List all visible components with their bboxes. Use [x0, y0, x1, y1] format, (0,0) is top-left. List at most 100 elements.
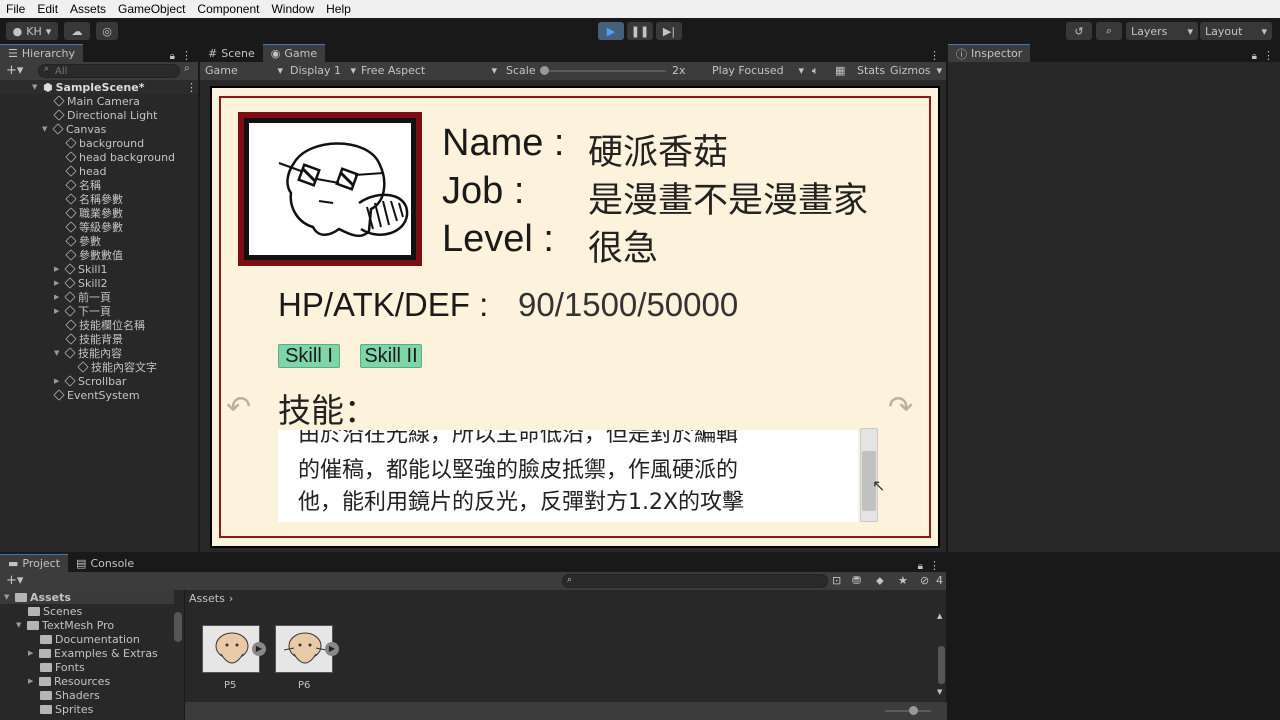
lock-icon[interactable]: 🔒︎: [170, 51, 175, 62]
tab-game[interactable]: ◉ Game: [262, 44, 326, 62]
scale-slider-handle[interactable]: [540, 66, 549, 75]
folder-item[interactable]: ▶ Examples & Extras: [28, 646, 158, 660]
hierarchy-item[interactable]: 技能欄位名稱: [65, 318, 145, 332]
menu-file[interactable]: File: [0, 2, 31, 16]
asset-label: P5: [224, 680, 237, 691]
layout-dropdown[interactable]: Layout ▾: [1200, 22, 1272, 40]
hierarchy-item[interactable]: ▶ 前一頁: [54, 290, 111, 304]
hierarchy-toolbar: +▾ ⌕ ⌕: [0, 62, 198, 80]
menu-window[interactable]: Window: [265, 2, 320, 16]
skill-scrollbar[interactable]: [860, 428, 878, 522]
play-icon[interactable]: ▶: [325, 642, 339, 656]
kebab-menu-icon[interactable]: ⋮: [181, 49, 192, 62]
hierarchy-item[interactable]: ▶ Skill2: [54, 276, 108, 290]
gizmos-dropdown[interactable]: Gizmos ▾: [890, 64, 942, 77]
search-by-type-icon[interactable]: ⊡: [832, 574, 841, 587]
folder-item[interactable]: Scenes: [28, 604, 82, 618]
project-search-input[interactable]: ⌕: [562, 574, 828, 588]
collab-button[interactable]: ◎: [96, 22, 118, 40]
kebab-menu-icon[interactable]: ⋮: [929, 559, 940, 572]
hierarchy-item[interactable]: 技能內容文字: [77, 360, 157, 374]
lock-icon[interactable]: 🔒︎: [918, 561, 923, 572]
folder-item[interactable]: ▼ TextMesh Pro: [16, 618, 114, 632]
menu-gameobject[interactable]: GameObject: [112, 2, 191, 16]
folder-tree-scrollbar[interactable]: [174, 612, 182, 642]
thumbnail-size-slider-handle[interactable]: [909, 706, 918, 715]
tab-hierarchy[interactable]: ☰ Hierarchy: [0, 44, 84, 62]
scene-search-icon[interactable]: ⌕: [184, 63, 190, 74]
stats-button[interactable]: Stats: [857, 64, 885, 77]
scroll-down-icon[interactable]: ▼: [937, 688, 942, 696]
hierarchy-item[interactable]: 技能背景: [65, 332, 123, 346]
menu-component[interactable]: Component: [191, 2, 265, 16]
scale-slider[interactable]: [542, 70, 666, 72]
previous-page-icon[interactable]: ↶: [226, 390, 251, 425]
hierarchy-item[interactable]: ▼ Canvas: [42, 122, 106, 136]
kebab-menu-icon[interactable]: ⋮: [929, 49, 940, 62]
menu-assets[interactable]: Assets: [64, 2, 112, 16]
hierarchy-item[interactable]: 參數數值: [65, 248, 123, 262]
hierarchy-item[interactable]: head background: [65, 150, 175, 164]
keyboard-icon[interactable]: ▦: [835, 64, 845, 77]
skill2-button[interactable]: Skill II: [360, 344, 422, 368]
filter-icon[interactable]: ⛃: [852, 574, 861, 587]
step-button[interactable]: ▶|: [656, 22, 682, 40]
kebab-menu-icon[interactable]: ⋮: [186, 81, 197, 94]
asset-browser-scrollbar[interactable]: [938, 646, 945, 684]
history-button[interactable]: ↺: [1066, 22, 1092, 40]
hierarchy-search-input[interactable]: [38, 64, 180, 78]
hierarchy-item[interactable]: Main Camera: [53, 94, 140, 108]
folder-item[interactable]: Shaders: [40, 688, 100, 702]
hierarchy-item[interactable]: EventSystem: [53, 388, 140, 402]
hierarchy-item[interactable]: 名稱: [65, 178, 101, 192]
skill1-button[interactable]: Skill I: [278, 344, 340, 368]
kebab-menu-icon[interactable]: ⋮: [1263, 49, 1274, 62]
pause-button[interactable]: ❚❚: [627, 22, 653, 40]
add-icon[interactable]: +▾: [6, 63, 23, 78]
scroll-up-icon[interactable]: ▲: [937, 612, 942, 620]
tab-inspector[interactable]: ⓘ Inspector: [948, 44, 1031, 62]
tab-project[interactable]: ▬ Project: [0, 554, 69, 572]
aspect-dropdown[interactable]: Free Aspect ▾: [361, 64, 497, 77]
hierarchy-item[interactable]: 參數: [65, 234, 101, 248]
game-mode-dropdown[interactable]: Game ▾: [205, 64, 283, 77]
play-icon[interactable]: ▶: [252, 642, 266, 656]
hierarchy-item[interactable]: ▼ 技能內容: [54, 346, 122, 360]
account-dropdown[interactable]: ● KH ▾: [6, 22, 58, 40]
tab-scene[interactable]: # Scene: [200, 44, 263, 62]
hierarchy-item[interactable]: ▶ Skill1: [54, 262, 108, 276]
layers-dropdown[interactable]: Layers ▾: [1126, 22, 1198, 40]
favorite-icon[interactable]: ★: [898, 574, 908, 587]
hierarchy-item[interactable]: head: [65, 164, 106, 178]
menu-help[interactable]: Help: [320, 2, 357, 16]
hierarchy-item[interactable]: ▶ 下一頁: [54, 304, 111, 318]
hierarchy-item[interactable]: 名稱參數: [65, 192, 123, 206]
cloud-button[interactable]: ☁: [64, 22, 90, 40]
hierarchy-item[interactable]: ▶ Scrollbar: [54, 374, 126, 388]
skill-content-box[interactable]: 由於沿在光線，所以主命低沿，但是對於編輯 的催稿，都能以堅強的臉皮抵禦，作風硬派…: [278, 430, 858, 522]
breadcrumb-assets[interactable]: Assets: [189, 592, 225, 605]
display-dropdown[interactable]: Display 1 ▾: [290, 64, 356, 77]
grid-icon: #: [208, 46, 218, 60]
hierarchy-item[interactable]: 等級參數: [65, 220, 123, 234]
hierarchy-item[interactable]: 職業參數: [65, 206, 123, 220]
folder-item[interactable]: Fonts: [40, 660, 85, 674]
next-page-icon[interactable]: ↷: [888, 390, 913, 425]
hierarchy-item[interactable]: background: [65, 136, 144, 150]
speaker-icon[interactable]: 🔈︎: [812, 64, 819, 78]
search-button[interactable]: ⌕: [1096, 22, 1122, 40]
label-icon[interactable]: ⬥: [876, 574, 884, 588]
thumbnail-size-slider[interactable]: [885, 710, 931, 712]
play-button[interactable]: ▶: [598, 22, 624, 40]
add-icon[interactable]: +▾: [6, 573, 23, 588]
gameobject-icon: [65, 165, 77, 177]
hidden-packages-icon[interactable]: ⊘: [920, 574, 929, 587]
menu-edit[interactable]: Edit: [31, 2, 64, 16]
play-mode-dropdown[interactable]: Play Focused ▾: [712, 64, 804, 77]
folder-item[interactable]: Sprites: [40, 702, 93, 716]
hierarchy-item[interactable]: Directional Light: [53, 108, 157, 122]
lock-icon[interactable]: 🔒︎: [1252, 51, 1257, 62]
folder-item[interactable]: ▶ Resources: [28, 674, 110, 688]
folder-item[interactable]: Documentation: [40, 632, 140, 646]
tab-console[interactable]: ▤ Console: [68, 554, 142, 572]
